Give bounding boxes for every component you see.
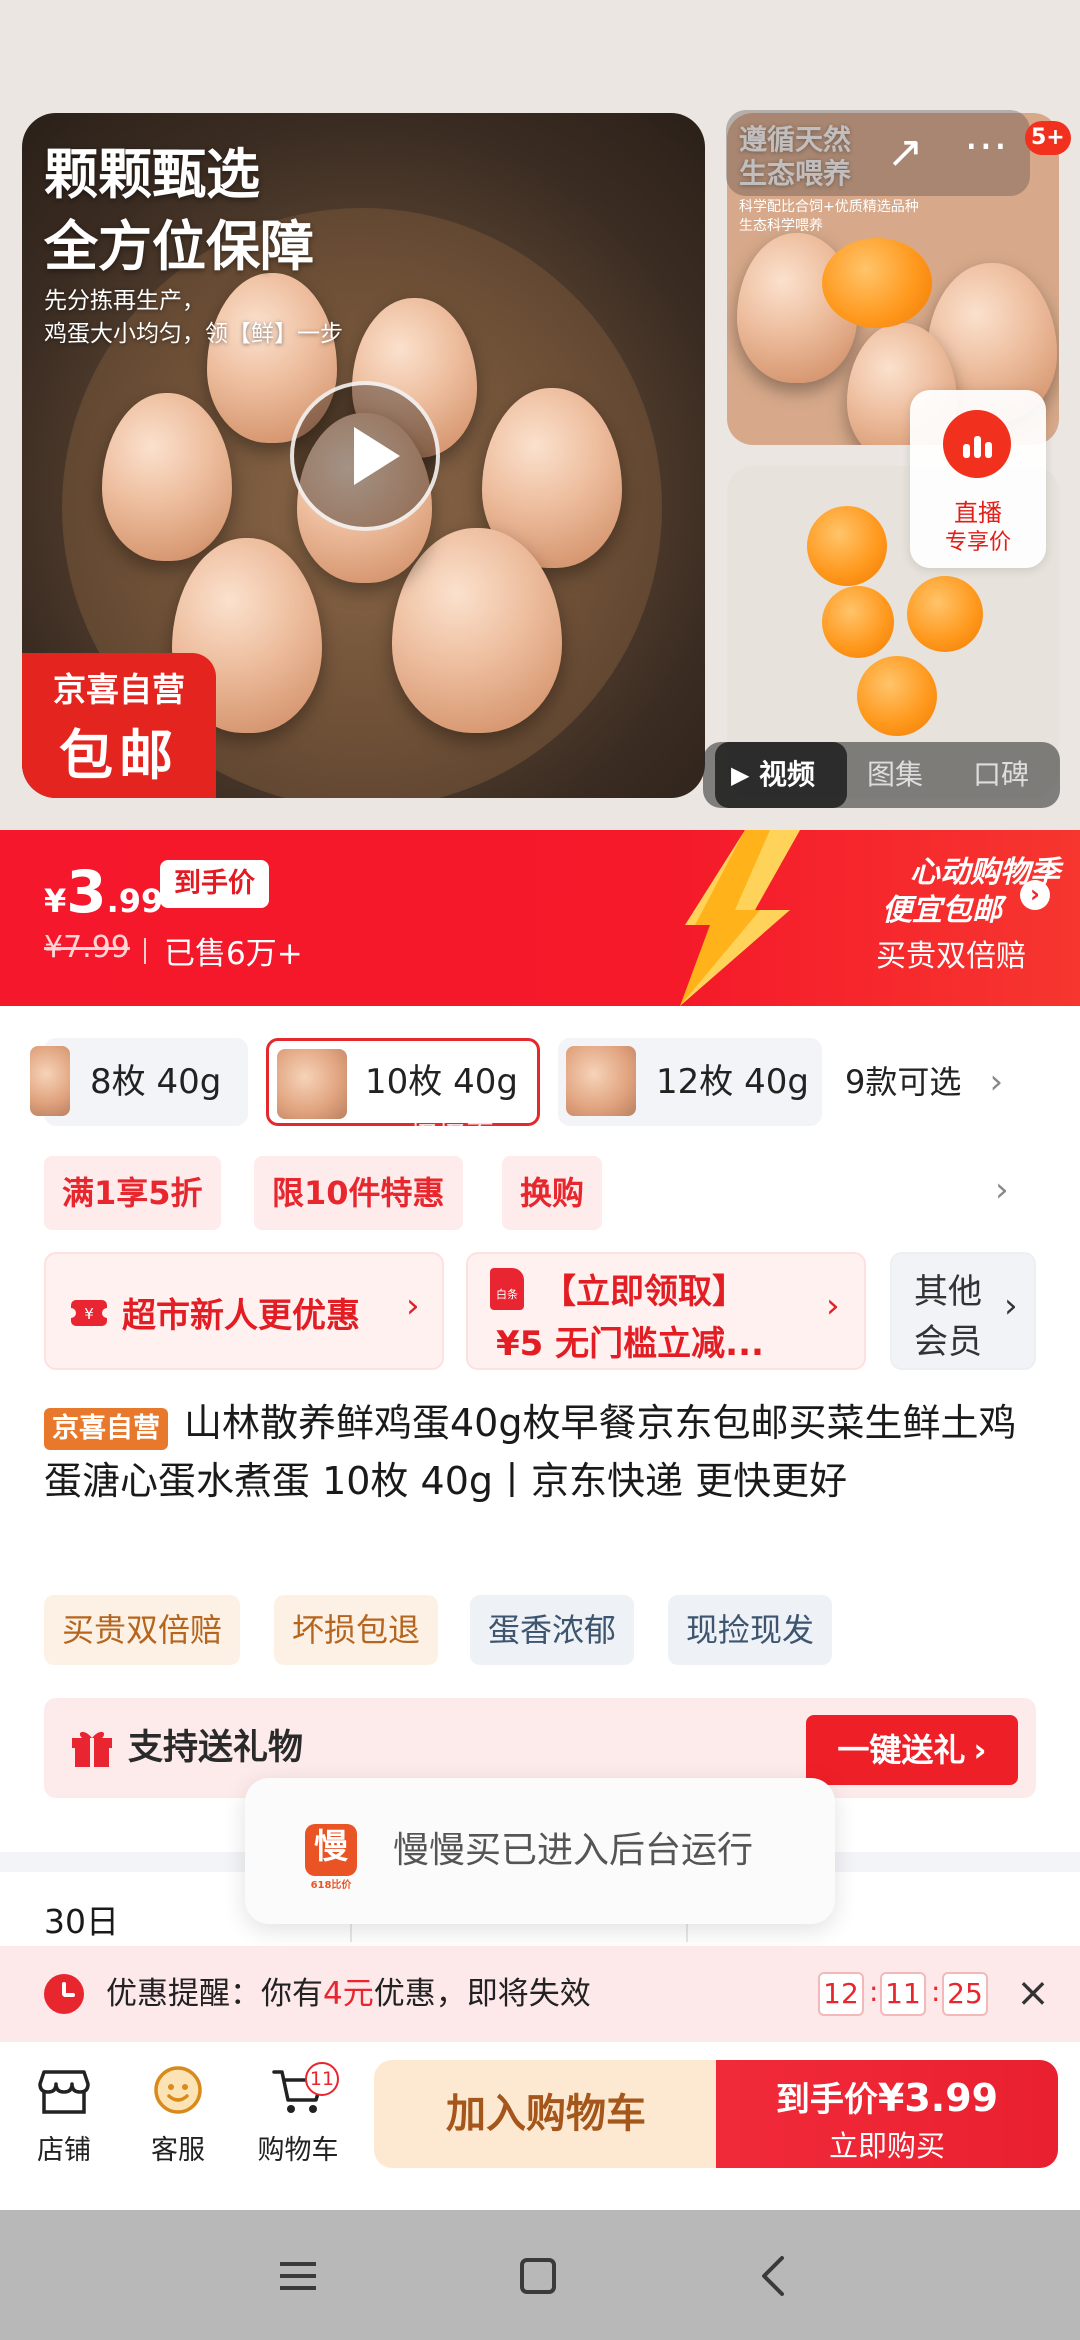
chevron-right-icon[interactable]: › xyxy=(995,1170,1009,1210)
variant-thumbnail xyxy=(30,1046,70,1116)
countdown-minutes: 11 xyxy=(880,1972,926,2016)
variant-thumbnail xyxy=(277,1049,347,1119)
clock-icon xyxy=(44,1974,84,2014)
price-banner: ¥3.99 到手价 ¥7.99 已售6万+ 心动购物季 便宜包邮 买贵双倍赔 › xyxy=(0,830,1080,1006)
message-count-badge: 5+ xyxy=(1025,121,1071,155)
product-title: 山林散养鲜鸡蛋40g枚早餐京东包邮买菜生鲜土鸡蛋溏心蛋水煮蛋 10枚 40g丨京… xyxy=(44,1401,1017,1503)
store-button[interactable]: 店铺 xyxy=(14,2062,114,2167)
more-icon[interactable]: ⋯ xyxy=(956,124,1016,182)
variant-option[interactable]: 8枚 40g xyxy=(30,1038,248,1126)
cart-count-badge: 11 xyxy=(305,2062,339,2096)
tab-gallery[interactable]: 图集 xyxy=(867,742,947,808)
variant-thumbnail xyxy=(566,1046,636,1116)
lightning-bolt-icon xyxy=(680,830,800,1006)
sold-count: 已售6万+ xyxy=(164,936,303,972)
customer-service-icon xyxy=(154,2066,202,2114)
countdown-hours: 12 xyxy=(818,1972,864,2016)
service-tag[interactable]: 现捡现发 xyxy=(668,1595,833,1665)
add-to-cart-button[interactable]: 加入购物车 xyxy=(374,2060,718,2168)
product-media-gallery: 颗颗甄选 全方位保障 先分拣再生产， 鸡蛋大小均匀，领【鲜】一步 京喜自营 包邮… xyxy=(0,0,1080,830)
reminder-text: 优惠提醒：你有4元优惠，即将失效 xyxy=(106,1976,591,2012)
variant-option[interactable]: 12枚 40g xyxy=(558,1038,822,1126)
thumbnail-subtext: 科学配比合饲+优质精选品种 生态科学喂养 xyxy=(739,199,919,234)
manmanmai-app-icon: 慢 618比价 xyxy=(305,1824,357,1891)
coupon-claim-card[interactable]: 白条 【立即领取】 ¥5 无门槛立减... › xyxy=(466,1252,866,1370)
system-navigation-bar xyxy=(0,2210,1080,2340)
self-operated-free-shipping-badge: 京喜自营 包邮 xyxy=(22,653,216,798)
play-small-icon: ▶ xyxy=(731,761,750,789)
variant-selector: 8枚 40g 10枚 40g 12枚 40g 9款可选 › xyxy=(0,1038,1080,1130)
service-tag[interactable]: 坏损包退 xyxy=(274,1595,439,1665)
live-price-label: 专享价 xyxy=(944,530,1011,555)
current-price: ¥3.99 xyxy=(44,858,164,926)
new-user-benefit-card[interactable]: ¥ 超市新人更优惠 › xyxy=(44,1252,444,1370)
chevron-right-icon: › xyxy=(1004,1286,1018,1326)
member-benefit-card[interactable]: 其他 会员 › xyxy=(890,1252,1036,1370)
live-icon xyxy=(943,410,1011,478)
send-gift-button[interactable]: 一键送礼 › xyxy=(806,1715,1018,1785)
toast-message: 慢慢买已进入后台运行 xyxy=(393,1830,754,1871)
variant-option-selected[interactable]: 10枚 40g xyxy=(266,1038,540,1126)
self-operated-tag: 京喜自营 xyxy=(44,1408,168,1450)
promo-campaign[interactable]: 心动购物季 便宜包邮 买贵双倍赔 xyxy=(800,854,1060,978)
service-tag[interactable]: 蛋香浓郁 xyxy=(470,1595,635,1665)
tab-reviews[interactable]: 口碑 xyxy=(973,742,1053,808)
live-label: 直播 xyxy=(954,499,1002,527)
background-running-toast: 慢 618比价 慢慢买已进入后台运行 xyxy=(245,1778,835,1924)
share-icon[interactable]: ↗ xyxy=(876,124,934,182)
gift-icon xyxy=(72,1731,112,1767)
store-icon xyxy=(38,2070,90,2114)
variant-count-link[interactable]: 9款可选 › xyxy=(845,1038,1003,1126)
param-shelf-life: 30日 xyxy=(44,1902,119,1941)
main-product-video[interactable]: 颗颗甄选 全方位保障 先分拣再生产， 鸡蛋大小均匀，领【鲜】一步 京喜自营 包邮 xyxy=(22,113,705,798)
countdown-colon: : xyxy=(869,1975,879,2008)
countdown-seconds: 25 xyxy=(942,1972,988,2016)
price-divider xyxy=(144,938,146,964)
top-action-group: ↗ ⋯ xyxy=(726,110,1030,196)
media-tab-bar: ▶ 视频 图集 口碑 xyxy=(703,742,1060,808)
chevron-right-icon: › xyxy=(406,1286,420,1326)
coupon-icon: ¥ xyxy=(70,1300,108,1326)
buy-now-button[interactable]: 到手价¥3.99 立即购买 xyxy=(716,2060,1058,2168)
chevron-right-icon: › xyxy=(973,1731,987,1769)
chevron-right-icon[interactable]: › xyxy=(1020,880,1050,910)
coupon-chip[interactable]: 限10件特惠 xyxy=(254,1156,463,1230)
baitiao-icon: 白条 xyxy=(490,1268,524,1310)
customer-service-button[interactable]: 客服 xyxy=(128,2062,228,2167)
chevron-right-icon: › xyxy=(989,1062,1004,1102)
menu-icon[interactable] xyxy=(268,2246,328,2306)
final-price-tag: 到手价 xyxy=(160,860,269,908)
coupon-chip[interactable]: 换购 xyxy=(502,1156,603,1230)
home-icon[interactable] xyxy=(508,2246,568,2306)
app-watermark: 慢慢买 xyxy=(410,1105,495,1138)
tab-video[interactable]: ▶ 视频 xyxy=(715,742,847,808)
svg-text:¥: ¥ xyxy=(84,1305,94,1323)
service-tag[interactable]: 买贵双倍赔 xyxy=(44,1595,241,1665)
discount-reminder-bar: 优惠提醒：你有4元优惠，即将失效 12 : 11 : 25 × xyxy=(0,1946,1080,2042)
main-image-subtext: 先分拣再生产， 鸡蛋大小均匀，领【鲜】一步 xyxy=(44,288,343,347)
back-icon[interactable] xyxy=(744,2246,804,2306)
live-stream-entry[interactable]: 直播 专享价 xyxy=(910,390,1046,568)
countdown-colon: : xyxy=(931,1975,941,2008)
chevron-right-icon: › xyxy=(826,1286,840,1326)
play-icon[interactable] xyxy=(290,381,440,531)
coupon-chip[interactable]: 满1享5折 xyxy=(44,1156,221,1230)
original-price: ¥7.99 xyxy=(44,930,130,965)
close-icon[interactable]: × xyxy=(1010,1970,1056,2016)
main-image-headline: 颗颗甄选 全方位保障 xyxy=(44,143,314,278)
